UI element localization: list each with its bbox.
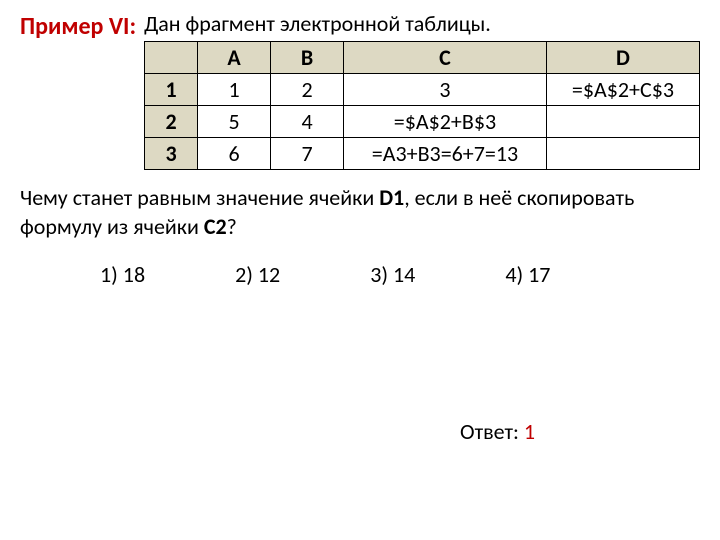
row-header: 2: [145, 106, 198, 138]
answer-value: 1: [524, 418, 535, 445]
row-header: 1: [145, 74, 198, 106]
q-part: Чему станет равным значение ячейки: [20, 184, 379, 211]
cell: 5: [198, 106, 271, 138]
option-4: 4) 17: [505, 261, 550, 288]
option-1: 1) 18: [100, 261, 145, 288]
col-header-d: D: [546, 42, 699, 74]
spreadsheet-table: A B C D 1 1 2 3 =$A$2+C$3 2 5 4 =$A$2+B$…: [144, 41, 700, 170]
option-2: 2) 12: [235, 261, 280, 288]
q-bold: D1: [379, 184, 404, 211]
row-header: 3: [145, 138, 198, 170]
cell: 2: [271, 74, 344, 106]
question-text: Чему станет равным значение ячейки D1, е…: [20, 184, 700, 241]
answer-label: Ответ:: [460, 418, 524, 445]
cell: =$A$2+B$3: [344, 106, 547, 138]
cell: [546, 106, 699, 138]
cell: 3: [344, 74, 547, 106]
example-label: Пример VI:: [20, 10, 136, 41]
cell: 4: [271, 106, 344, 138]
table-row: 2 5 4 =$A$2+B$3: [145, 106, 700, 138]
cell: [546, 138, 699, 170]
col-header-b: B: [271, 42, 344, 74]
q-part: , если в неё скопировать: [404, 184, 634, 211]
cell: =A3+B3=6+7=13: [344, 138, 547, 170]
cell: 1: [198, 74, 271, 106]
q-part: формулу из ячейки: [20, 213, 204, 240]
cell: =$A$2+C$3: [546, 74, 699, 106]
intro-text: Дан фрагмент электронной таблицы.: [144, 10, 700, 37]
table-row: 1 1 2 3 =$A$2+C$3: [145, 74, 700, 106]
intro-and-table: Дан фрагмент электронной таблицы. A B C …: [144, 10, 700, 170]
table-row: 3 6 7 =A3+B3=6+7=13: [145, 138, 700, 170]
option-3: 3) 14: [370, 261, 415, 288]
answer-options: 1) 18 2) 12 3) 14 4) 17: [100, 261, 700, 288]
answer-line: Ответ: 1: [460, 418, 700, 445]
col-header-c: C: [344, 42, 547, 74]
q-part: ?: [227, 213, 237, 240]
corner-cell: [145, 42, 198, 74]
q-bold: C2: [204, 213, 227, 240]
cell: 6: [198, 138, 271, 170]
cell: 7: [271, 138, 344, 170]
col-header-a: A: [198, 42, 271, 74]
